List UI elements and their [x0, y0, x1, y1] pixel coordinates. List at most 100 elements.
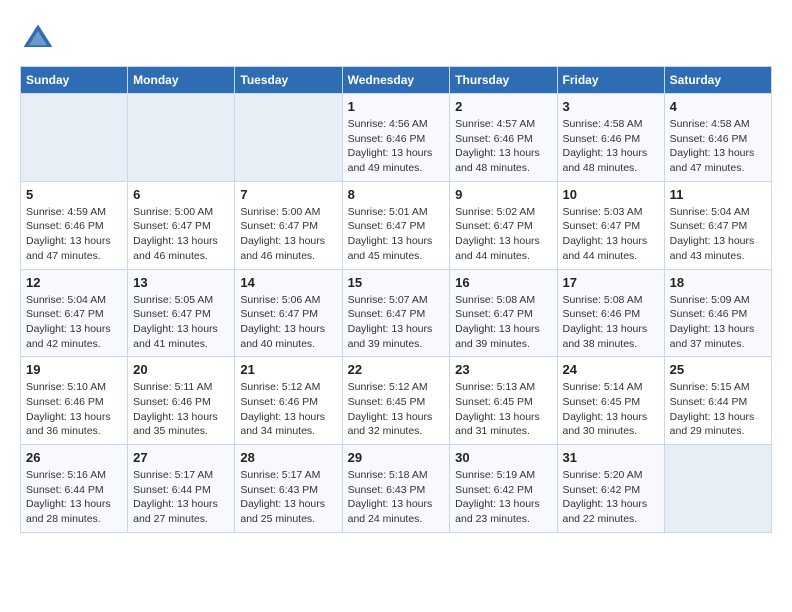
calendar-cell: 19 Sunrise: 5:10 AMSunset: 6:46 PMDayligh…	[21, 357, 128, 445]
day-info: Sunrise: 5:01 AMSunset: 6:47 PMDaylight:…	[348, 205, 445, 264]
calendar-cell: 21 Sunrise: 5:12 AMSunset: 6:46 PMDayligh…	[235, 357, 342, 445]
day-number: 29	[348, 450, 445, 465]
day-number: 21	[240, 362, 336, 377]
calendar-cell: 18Sunrise: 5:09 AMSunset: 6:46 PMDayligh…	[664, 269, 771, 357]
day-info: Sunrise: 4:58 AMSunset: 6:46 PMDaylight:…	[563, 117, 659, 176]
day-info: Sunrise: 5:15 AMSunset: 6:44 PMDaylight:…	[670, 380, 766, 439]
calendar-week-row: 12Sunrise: 5:04 AMSunset: 6:47 PMDayligh…	[21, 269, 772, 357]
calendar-cell: 13 Sunrise: 5:05 AMSunset: 6:47 PMDayligh…	[128, 269, 235, 357]
calendar-cell: 2Sunrise: 4:57 AMSunset: 6:46 PMDaylight…	[450, 94, 557, 182]
day-number: 24	[563, 362, 659, 377]
day-info: Sunrise: 5:16 AMSunset: 6:44 PMDaylight:…	[26, 468, 122, 527]
day-info: Sunrise: 5:14 AMSunset: 6:45 PMDaylight:…	[563, 380, 659, 439]
page-header	[20, 20, 772, 56]
day-number: 6	[133, 187, 229, 202]
calendar-cell: 6 Sunrise: 5:00 AMSunset: 6:47 PMDaylight…	[128, 181, 235, 269]
calendar-cell: 31 Sunrise: 5:20 AMSunset: 6:42 PMDayligh…	[557, 445, 664, 533]
day-info: Sunrise: 5:06 AMSunset: 6:47 PMDaylight:…	[240, 293, 336, 352]
day-info: Sunrise: 5:19 AMSunset: 6:42 PMDaylight:…	[455, 468, 551, 527]
calendar-cell: 20 Sunrise: 5:11 AMSunset: 6:46 PMDayligh…	[128, 357, 235, 445]
day-number: 15	[348, 275, 445, 290]
calendar-cell: 4 Sunrise: 4:58 AMSunset: 6:46 PMDaylight…	[664, 94, 771, 182]
calendar-cell: 23 Sunrise: 5:13 AMSunset: 6:45 PMDayligh…	[450, 357, 557, 445]
logo	[20, 20, 60, 56]
day-number: 30	[455, 450, 551, 465]
calendar-cell: 7 Sunrise: 5:00 AMSunset: 6:47 PMDaylight…	[235, 181, 342, 269]
calendar-week-row: 26 Sunrise: 5:16 AMSunset: 6:44 PMDayligh…	[21, 445, 772, 533]
day-number: 9	[455, 187, 551, 202]
header-tuesday: Tuesday	[235, 67, 342, 94]
day-info: Sunrise: 5:00 AMSunset: 6:47 PMDaylight:…	[133, 205, 229, 264]
calendar-cell: 25 Sunrise: 5:15 AMSunset: 6:44 PMDayligh…	[664, 357, 771, 445]
day-info: Sunrise: 5:12 AMSunset: 6:45 PMDaylight:…	[348, 380, 445, 439]
calendar-cell: 22 Sunrise: 5:12 AMSunset: 6:45 PMDayligh…	[342, 357, 450, 445]
day-info: Sunrise: 5:10 AMSunset: 6:46 PMDaylight:…	[26, 380, 122, 439]
calendar-cell: 26 Sunrise: 5:16 AMSunset: 6:44 PMDayligh…	[21, 445, 128, 533]
calendar-cell: 1 Sunrise: 4:56 AMSunset: 6:46 PMDaylight…	[342, 94, 450, 182]
day-number: 8	[348, 187, 445, 202]
day-info: Sunrise: 4:58 AMSunset: 6:46 PMDaylight:…	[670, 117, 766, 176]
day-info: Sunrise: 5:12 AMSunset: 6:46 PMDaylight:…	[240, 380, 336, 439]
calendar-cell: 16 Sunrise: 5:08 AMSunset: 6:47 PMDayligh…	[450, 269, 557, 357]
day-number: 23	[455, 362, 551, 377]
day-number: 3	[563, 99, 659, 114]
calendar-cell	[21, 94, 128, 182]
day-info: Sunrise: 4:57 AMSunset: 6:46 PMDaylight:…	[455, 117, 551, 176]
day-number: 5	[26, 187, 122, 202]
day-number: 25	[670, 362, 766, 377]
day-number: 13	[133, 275, 229, 290]
logo-icon	[20, 20, 56, 56]
calendar-cell: 11Sunrise: 5:04 AMSunset: 6:47 PMDayligh…	[664, 181, 771, 269]
calendar-cell: 9 Sunrise: 5:02 AMSunset: 6:47 PMDaylight…	[450, 181, 557, 269]
day-info: Sunrise: 5:03 AMSunset: 6:47 PMDaylight:…	[563, 205, 659, 264]
day-info: Sunrise: 4:56 AMSunset: 6:46 PMDaylight:…	[348, 117, 445, 176]
calendar-cell: 10Sunrise: 5:03 AMSunset: 6:47 PMDayligh…	[557, 181, 664, 269]
day-info: Sunrise: 5:13 AMSunset: 6:45 PMDaylight:…	[455, 380, 551, 439]
day-number: 4	[670, 99, 766, 114]
day-number: 31	[563, 450, 659, 465]
day-number: 28	[240, 450, 336, 465]
day-info: Sunrise: 4:59 AMSunset: 6:46 PMDaylight:…	[26, 205, 122, 264]
header-wednesday: Wednesday	[342, 67, 450, 94]
day-number: 22	[348, 362, 445, 377]
calendar-table: SundayMondayTuesdayWednesdayThursdayFrid…	[20, 66, 772, 533]
calendar-cell: 12Sunrise: 5:04 AMSunset: 6:47 PMDayligh…	[21, 269, 128, 357]
day-number: 7	[240, 187, 336, 202]
day-number: 11	[670, 187, 766, 202]
calendar-header-row: SundayMondayTuesdayWednesdayThursdayFrid…	[21, 67, 772, 94]
header-sunday: Sunday	[21, 67, 128, 94]
day-info: Sunrise: 5:00 AMSunset: 6:47 PMDaylight:…	[240, 205, 336, 264]
day-number: 17	[563, 275, 659, 290]
day-number: 27	[133, 450, 229, 465]
day-number: 18	[670, 275, 766, 290]
calendar-cell	[128, 94, 235, 182]
header-saturday: Saturday	[664, 67, 771, 94]
day-info: Sunrise: 5:11 AMSunset: 6:46 PMDaylight:…	[133, 380, 229, 439]
day-number: 16	[455, 275, 551, 290]
calendar-cell: 30 Sunrise: 5:19 AMSunset: 6:42 PMDayligh…	[450, 445, 557, 533]
calendar-cell: 5 Sunrise: 4:59 AMSunset: 6:46 PMDaylight…	[21, 181, 128, 269]
calendar-cell: 29Sunrise: 5:18 AMSunset: 6:43 PMDayligh…	[342, 445, 450, 533]
day-info: Sunrise: 5:08 AMSunset: 6:47 PMDaylight:…	[455, 293, 551, 352]
calendar-week-row: 1 Sunrise: 4:56 AMSunset: 6:46 PMDaylight…	[21, 94, 772, 182]
day-info: Sunrise: 5:17 AMSunset: 6:43 PMDaylight:…	[240, 468, 336, 527]
header-monday: Monday	[128, 67, 235, 94]
calendar-week-row: 5 Sunrise: 4:59 AMSunset: 6:46 PMDaylight…	[21, 181, 772, 269]
header-thursday: Thursday	[450, 67, 557, 94]
day-number: 20	[133, 362, 229, 377]
calendar-cell: 8 Sunrise: 5:01 AMSunset: 6:47 PMDaylight…	[342, 181, 450, 269]
day-info: Sunrise: 5:05 AMSunset: 6:47 PMDaylight:…	[133, 293, 229, 352]
calendar-cell: 3 Sunrise: 4:58 AMSunset: 6:46 PMDaylight…	[557, 94, 664, 182]
day-info: Sunrise: 5:04 AMSunset: 6:47 PMDaylight:…	[26, 293, 122, 352]
day-number: 19	[26, 362, 122, 377]
calendar-week-row: 19 Sunrise: 5:10 AMSunset: 6:46 PMDayligh…	[21, 357, 772, 445]
day-info: Sunrise: 5:07 AMSunset: 6:47 PMDaylight:…	[348, 293, 445, 352]
calendar-cell: 24 Sunrise: 5:14 AMSunset: 6:45 PMDayligh…	[557, 357, 664, 445]
day-number: 1	[348, 99, 445, 114]
day-number: 14	[240, 275, 336, 290]
day-number: 26	[26, 450, 122, 465]
calendar-cell: 15 Sunrise: 5:07 AMSunset: 6:47 PMDayligh…	[342, 269, 450, 357]
day-info: Sunrise: 5:02 AMSunset: 6:47 PMDaylight:…	[455, 205, 551, 264]
day-info: Sunrise: 5:20 AMSunset: 6:42 PMDaylight:…	[563, 468, 659, 527]
calendar-cell: 17Sunrise: 5:08 AMSunset: 6:46 PMDayligh…	[557, 269, 664, 357]
